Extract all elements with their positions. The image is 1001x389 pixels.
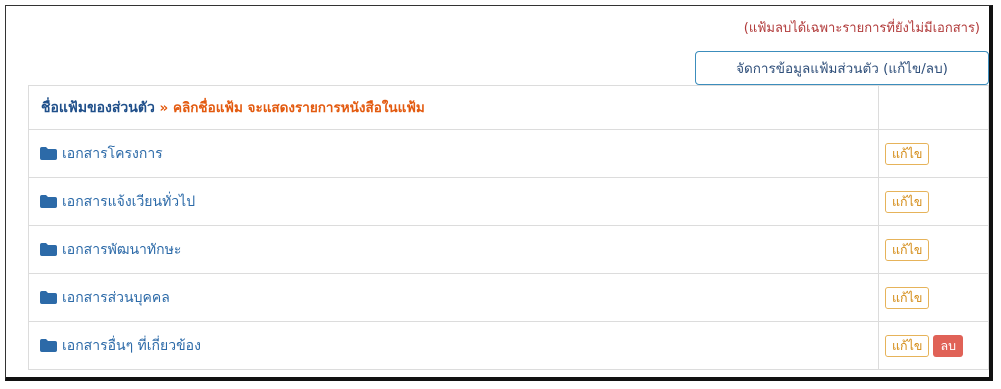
folder-link[interactable]: เอกสารพัฒนาทักษะ xyxy=(40,239,181,261)
folder-name: เอกสารอื่นๆ ที่เกี่ยวข้อง xyxy=(62,337,201,354)
folder-name: เอกสารโครงการ xyxy=(62,145,163,162)
folder-icon xyxy=(40,339,57,352)
row-actions: แก้ไข xyxy=(878,225,989,274)
folder-name-cell: เอกสารพัฒนาทักษะ xyxy=(28,225,879,274)
folder-link[interactable]: เอกสารแจ้งเวียนทั่วไป xyxy=(40,191,195,213)
folder-icon xyxy=(40,243,57,256)
edit-button[interactable]: แก้ไข xyxy=(885,142,930,165)
folder-name: เอกสารแจ้งเวียนทั่วไป xyxy=(62,193,196,210)
delete-note: (แฟ้มลบได้เฉพาะรายการที่ยังไม่มีเอกสาร) xyxy=(743,21,980,36)
folder-link[interactable]: เอกสารโครงการ xyxy=(40,143,163,165)
edit-button[interactable]: แก้ไข xyxy=(885,286,930,309)
edit-button[interactable]: แก้ไข xyxy=(885,238,930,261)
row-actions: แก้ไข ลบ xyxy=(878,321,989,370)
folder-name-cell: เอกสารโครงการ xyxy=(28,129,879,178)
folder-link[interactable]: เอกสารอื่นๆ ที่เกี่ยวข้อง xyxy=(40,335,201,357)
manage-folders-button[interactable]: จัดการข้อมูลแฟ้มส่วนตัว (แก้ไข/ลบ) xyxy=(695,51,989,85)
table-header-actions xyxy=(878,85,989,130)
row-actions: แก้ไข xyxy=(878,129,989,178)
table-header-cell: ชื่อแฟ้มของส่วนตัว » คลิกชื่อแฟ้ม จะแสดง… xyxy=(28,85,879,130)
delete-button[interactable]: ลบ xyxy=(933,334,964,357)
edit-button[interactable]: แก้ไข xyxy=(885,190,930,213)
table-header-title: ชื่อแฟ้มของส่วนตัว xyxy=(41,100,155,116)
row-actions: แก้ไข xyxy=(878,177,989,226)
table-row: เอกสารส่วนบุคคล แก้ไข xyxy=(28,273,989,322)
edit-button[interactable]: แก้ไข xyxy=(885,334,930,357)
folder-icon xyxy=(40,291,57,304)
table-row: เอกสารอื่นๆ ที่เกี่ยวข้อง แก้ไข ลบ xyxy=(28,321,989,370)
folder-table: ชื่อแฟ้มของส่วนตัว » คลิกชื่อแฟ้ม จะแสดง… xyxy=(28,85,989,370)
folder-name-cell: เอกสารแจ้งเวียนทั่วไป xyxy=(28,177,879,226)
folder-icon xyxy=(40,147,57,160)
table-header-hint: » คลิกชื่อแฟ้ม จะแสดงรายการหนังสือในแฟ้ม xyxy=(154,100,425,116)
folder-name: เอกสารส่วนบุคคล xyxy=(62,289,170,306)
folder-link[interactable]: เอกสารส่วนบุคคล xyxy=(40,287,170,309)
folder-name-cell: เอกสารส่วนบุคคล xyxy=(28,273,879,322)
folder-name: เอกสารพัฒนาทักษะ xyxy=(62,241,182,258)
folder-icon xyxy=(40,195,57,208)
row-actions: แก้ไข xyxy=(878,273,989,322)
table-row: เอกสารพัฒนาทักษะ แก้ไข xyxy=(28,225,989,274)
table-header-row: ชื่อแฟ้มของส่วนตัว » คลิกชื่อแฟ้ม จะแสดง… xyxy=(28,85,989,130)
table-row: เอกสารโครงการ แก้ไข xyxy=(28,129,989,178)
table-row: เอกสารแจ้งเวียนทั่วไป แก้ไข xyxy=(28,177,989,226)
folder-name-cell: เอกสารอื่นๆ ที่เกี่ยวข้อง xyxy=(28,321,879,370)
